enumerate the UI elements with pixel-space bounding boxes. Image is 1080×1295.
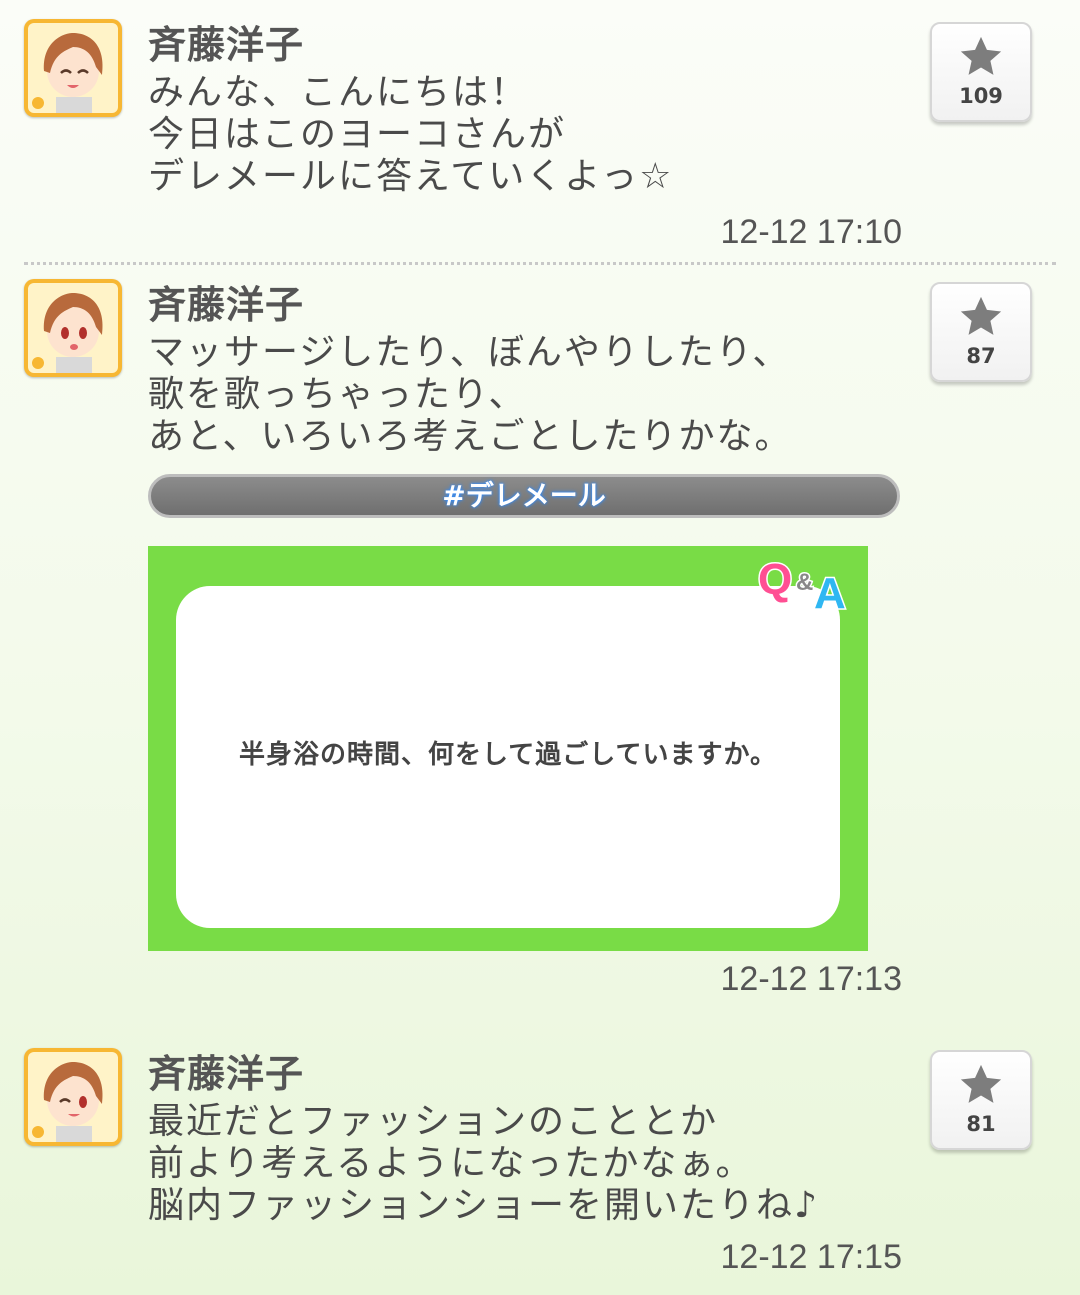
qa-card-panel: 半身浴の時間、何をして過ごしていますか。 (176, 586, 840, 928)
timestamp: 12-12 17:13 (720, 960, 903, 998)
qa-badge-a: A (814, 569, 846, 614)
qa-badge-q: Q (758, 555, 792, 604)
qa-badge-icon: Q & A (757, 554, 848, 615)
author-name: 斉藤洋子 (148, 283, 305, 327)
star-button[interactable]: 87 (930, 282, 1032, 382)
post-line: 前より考えるようになったかなぁ。 (148, 1143, 754, 1184)
post-text: 最近だとファッションのこととか 前より考えるようになったかなぁ。 脳内ファッショ… (148, 1101, 819, 1227)
qa-question: 半身浴の時間、何をして過ごしていますか。 (239, 740, 777, 770)
avatar-portrait-icon (28, 1052, 118, 1142)
post-line: デレメールに答えていくよっ☆ (148, 156, 674, 197)
star-count: 109 (959, 84, 1003, 108)
hashtag-button[interactable]: #デレメール (148, 474, 900, 518)
star-count: 87 (966, 344, 996, 368)
author-name: 斉藤洋子 (148, 23, 305, 67)
timestamp: 12-12 17:15 (720, 1238, 903, 1276)
post-line: 今日はこのヨーコさんが (148, 114, 567, 155)
post-line: 最近だとファッションのこととか (148, 1101, 719, 1142)
author-name: 斉藤洋子 (148, 1052, 305, 1096)
qa-badge-amp: & (796, 569, 813, 596)
avatar[interactable] (24, 279, 122, 377)
star-button[interactable]: 109 (930, 22, 1032, 122)
star-count: 81 (966, 1112, 996, 1136)
post-line: マッサージしたり、ぼんやりしたり、 (148, 332, 791, 373)
post-line: 脳内ファッションショーを開いたりね♪ (148, 1185, 819, 1226)
star-button[interactable]: 81 (930, 1050, 1032, 1150)
qa-card-image[interactable]: 半身浴の時間、何をして過ごしていますか。 Q & A (148, 546, 868, 951)
timestamp: 12-12 17:10 (720, 213, 903, 251)
post-line: あと、いろいろ考えごとしたりかな。 (148, 416, 793, 457)
post-text: みんな、こんにちは！ 今日はこのヨーコさんが デレメールに答えていくよっ☆ (148, 72, 673, 198)
avatar[interactable] (24, 19, 122, 117)
post-text: マッサージしたり、ぼんやりしたり、 歌を歌っちゃったり、 あと、いろいろ考えごと… (148, 332, 793, 458)
post-divider (24, 262, 1056, 265)
star-icon (960, 296, 1002, 335)
post-line: みんな、こんにちは！ (148, 72, 529, 113)
avatar-portrait-icon (28, 23, 118, 113)
post-line: 歌を歌っちゃったり、 (148, 374, 527, 415)
avatar-portrait-icon (28, 283, 118, 373)
avatar[interactable] (24, 1048, 122, 1146)
star-icon (960, 36, 1002, 75)
star-icon (960, 1064, 1002, 1103)
